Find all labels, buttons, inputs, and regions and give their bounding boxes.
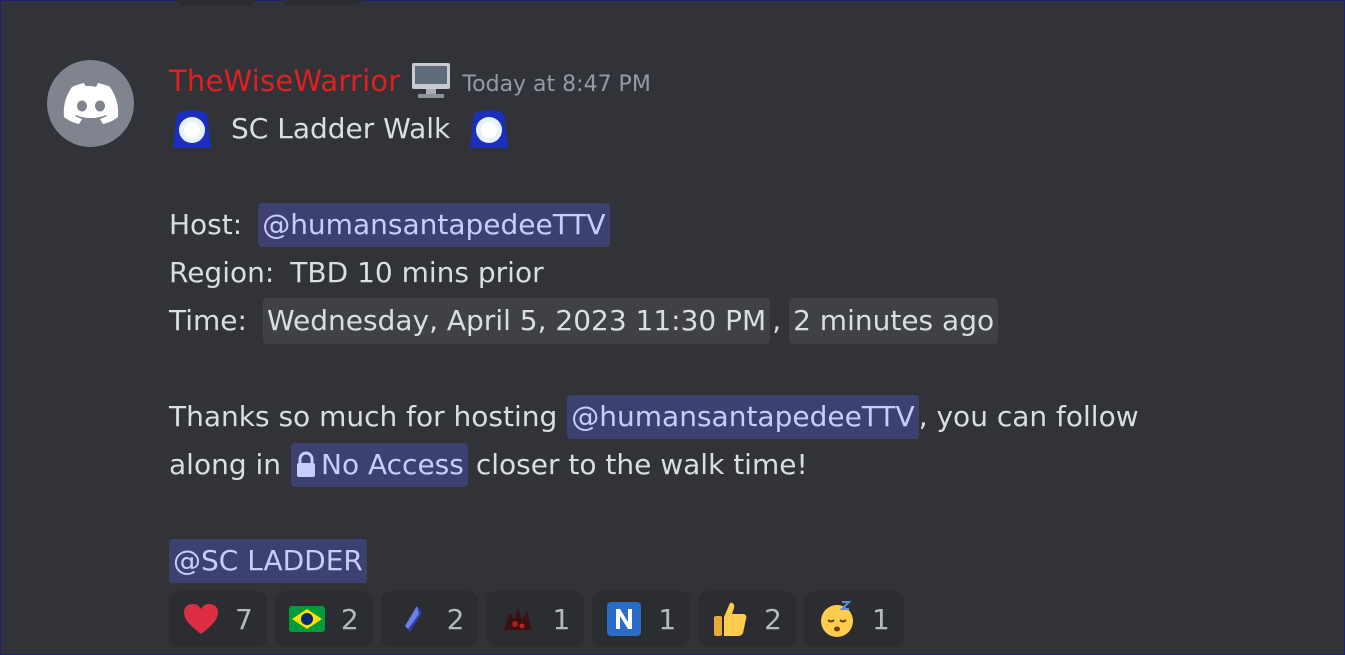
username[interactable]: TheWiseWarrior bbox=[169, 64, 400, 98]
lock-icon bbox=[297, 451, 316, 477]
thumbs-up-icon bbox=[712, 600, 748, 638]
host-mention[interactable]: @humansantapedeeTTV bbox=[258, 203, 610, 247]
relative-timestamp[interactable]: 2 minutes ago bbox=[789, 298, 999, 344]
region-value: TBD 10 mins prior bbox=[290, 256, 544, 289]
message-header: TheWiseWarrior Today at 8:47 PM bbox=[169, 57, 1289, 105]
heart-icon bbox=[183, 603, 219, 635]
role-line: @SC LADDER bbox=[169, 537, 1289, 585]
previous-reaction-edge bbox=[283, 0, 361, 5]
reactions-bar: 7 2 2 1 1 2 1 bbox=[169, 591, 1289, 647]
letter-n-icon bbox=[606, 601, 642, 637]
channel-mention[interactable]: No Access bbox=[291, 443, 468, 487]
region-label: Region: bbox=[169, 256, 275, 289]
reaction-creature[interactable]: 1 bbox=[486, 591, 585, 647]
crystal-icon bbox=[395, 602, 431, 636]
reaction-count: 1 bbox=[552, 602, 571, 636]
host-line: Host: @humansantapedeeTTV bbox=[169, 201, 1289, 249]
reaction-count: 2 bbox=[340, 602, 359, 636]
thanks-text: Thanks so much for hosting bbox=[169, 400, 558, 433]
along-suffix: closer to the walk time! bbox=[475, 448, 808, 481]
message-title: SC Ladder Walk bbox=[231, 112, 451, 145]
reaction-count: 2 bbox=[446, 602, 465, 636]
reaction-brazil-flag[interactable]: 2 bbox=[274, 591, 373, 647]
avatar[interactable] bbox=[47, 60, 134, 147]
along-text: along in bbox=[169, 448, 282, 481]
message-timestamp[interactable]: Today at 8:47 PM bbox=[462, 72, 650, 97]
reaction-count: 2 bbox=[764, 602, 782, 636]
thanks-line: Thanks so much for hosting @humansantape… bbox=[169, 393, 1289, 441]
siren-icon bbox=[169, 108, 215, 150]
reaction-thumbs-up[interactable]: 2 bbox=[698, 591, 796, 647]
reaction-count: 1 bbox=[871, 602, 890, 636]
reaction-letter-n[interactable]: 1 bbox=[592, 591, 691, 647]
time-label: Time: bbox=[169, 304, 247, 337]
along-line: along in No Access closer to the walk ti… bbox=[169, 441, 1289, 489]
dark-creature-icon bbox=[500, 602, 536, 636]
reaction-crystal[interactable]: 2 bbox=[380, 591, 479, 647]
message-content: TheWiseWarrior Today at 8:47 PM SC Ladde… bbox=[169, 57, 1289, 647]
time-timestamp[interactable]: Wednesday, April 5, 2023 11:30 PM bbox=[262, 298, 771, 344]
reaction-count: 1 bbox=[658, 602, 677, 636]
discord-logo-icon bbox=[63, 82, 118, 124]
brazil-flag-icon bbox=[288, 606, 325, 632]
reaction-heart[interactable]: 7 bbox=[169, 591, 267, 647]
thanks-suffix: , you can follow bbox=[918, 400, 1139, 433]
reaction-count: 7 bbox=[235, 602, 253, 636]
region-line: Region: TBD 10 mins prior bbox=[169, 249, 1289, 297]
title-line: SC Ladder Walk bbox=[169, 105, 1289, 153]
siren-icon bbox=[466, 108, 512, 150]
thanks-mention[interactable]: @humansantapedeeTTV bbox=[567, 395, 919, 439]
time-line: Time: Wednesday, April 5, 2023 11:30 PM … bbox=[169, 297, 1289, 345]
time-separator: , bbox=[772, 304, 782, 337]
role-mention[interactable]: @SC LADDER bbox=[169, 539, 367, 583]
channel-name: No Access bbox=[321, 448, 464, 481]
previous-reaction-edge bbox=[177, 0, 255, 5]
host-label: Host: bbox=[169, 208, 243, 241]
sleeping-face-icon bbox=[818, 600, 856, 638]
reaction-sleeping[interactable]: 1 bbox=[803, 591, 904, 647]
computer-icon bbox=[410, 62, 452, 100]
